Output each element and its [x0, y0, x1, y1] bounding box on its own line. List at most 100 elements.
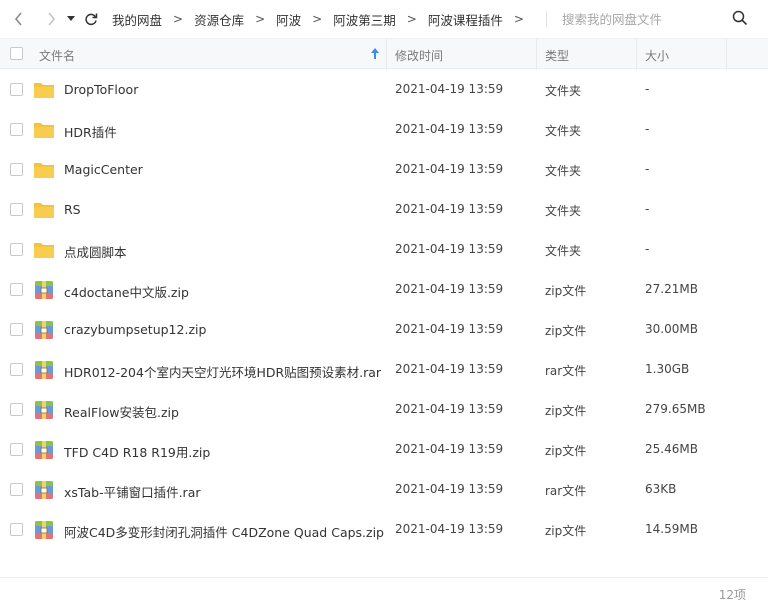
file-size: -	[645, 202, 650, 216]
caret-down-icon	[67, 16, 75, 21]
search-divider	[546, 11, 547, 27]
table-row[interactable]: xsTab-平铺窗口插件.rar 2021-04-19 13:59 rar文件 63K…	[0, 470, 768, 510]
row-checkbox[interactable]	[10, 363, 23, 376]
table-row[interactable]: c4doctane中文版.zip 2021-04-19 13:59 zip文件 27.…	[0, 270, 768, 310]
chevron-right-icon	[48, 12, 56, 26]
file-name[interactable]: 阿波C4D多变形封闭孔洞插件 C4DZone Quad Caps.zip	[64, 522, 384, 541]
file-type: 文件夹	[545, 244, 582, 258]
column-divider[interactable]	[386, 39, 387, 70]
column-divider[interactable]	[726, 39, 727, 70]
breadcrumb-item[interactable]: 阿波第三期	[330, 10, 399, 29]
search-input[interactable]	[546, 11, 716, 27]
file-name[interactable]: c4doctane中文版.zip	[64, 282, 189, 301]
table-row[interactable]: crazybumpsetup12.zip 2021-04-19 13:59 zip文…	[0, 310, 768, 350]
footer-divider	[0, 577, 768, 578]
file-name[interactable]: 点成圆脚本	[64, 242, 127, 261]
file-name[interactable]: TFD C4D R18 R19用.zip	[64, 442, 210, 461]
forward-button[interactable]	[41, 9, 61, 29]
back-button[interactable]	[9, 9, 29, 29]
file-size: 27.21MB	[645, 282, 698, 296]
row-checkbox[interactable]	[10, 403, 23, 416]
table-row[interactable]: RS 2021-04-19 13:59 文件夹 -	[0, 190, 768, 230]
file-name[interactable]: crazybumpsetup12.zip	[64, 322, 206, 337]
archive-icon	[33, 319, 55, 341]
file-size: 279.65MB	[645, 402, 706, 416]
breadcrumb-item[interactable]: 阿波	[273, 10, 304, 29]
column-divider[interactable]	[536, 39, 537, 70]
sort-up-arrow-icon[interactable]	[371, 48, 379, 59]
breadcrumb-separator: >	[406, 12, 417, 26]
file-modified-time: 2021-04-19 13:59	[395, 242, 504, 256]
file-name[interactable]: DropToFloor	[64, 82, 138, 97]
file-modified-time: 2021-04-19 13:59	[395, 162, 504, 176]
table-row[interactable]: HDR插件 2021-04-19 13:59 文件夹 -	[0, 110, 768, 150]
breadcrumb-item[interactable]: 我的网盘	[109, 10, 165, 29]
breadcrumb-item[interactable]: 资源仓库	[191, 10, 247, 29]
column-header-type[interactable]: 类型	[545, 47, 569, 64]
column-divider[interactable]	[636, 39, 637, 70]
folder-icon	[33, 199, 55, 221]
file-name[interactable]: RS	[64, 202, 81, 217]
file-size: 1.30GB	[645, 362, 690, 376]
archive-icon	[33, 399, 55, 421]
table-header: 文件名 修改时间 类型 大小	[0, 38, 768, 70]
row-checkbox[interactable]	[10, 523, 23, 536]
row-checkbox[interactable]	[10, 443, 23, 456]
row-checkbox[interactable]	[10, 483, 23, 496]
table-row[interactable]: 点成圆脚本 2021-04-19 13:59 文件夹 -	[0, 230, 768, 270]
breadcrumb-item-current[interactable]: 阿波课程插件	[425, 10, 506, 29]
breadcrumb-separator: >	[255, 12, 266, 26]
row-checkbox[interactable]	[10, 203, 23, 216]
row-checkbox[interactable]	[10, 323, 23, 336]
table-row[interactable]: TFD C4D R18 R19用.zip 2021-04-19 13:59 zip文…	[0, 430, 768, 470]
column-header-modified[interactable]: 修改时间	[395, 47, 443, 64]
table-row[interactable]: DropToFloor 2021-04-19 13:59 文件夹 -	[0, 70, 768, 110]
file-type: zip文件	[545, 324, 587, 338]
refresh-button[interactable]	[81, 9, 101, 29]
table-row[interactable]: HDR012-204个室内天空灯光环境HDR贴图预设素材.rar 2021-04-…	[0, 350, 768, 390]
file-name[interactable]: xsTab-平铺窗口插件.rar	[64, 482, 201, 501]
file-type: 文件夹	[545, 204, 582, 218]
table-row[interactable]: RealFlow安装包.zip 2021-04-19 13:59 zip文件 279.…	[0, 390, 768, 430]
row-checkbox[interactable]	[10, 283, 23, 296]
search-icon[interactable]	[732, 10, 748, 26]
table-row[interactable]: MagicCenter 2021-04-19 13:59 文件夹 -	[0, 150, 768, 190]
row-checkbox[interactable]	[10, 163, 23, 176]
file-modified-time: 2021-04-19 13:59	[395, 282, 504, 296]
column-header-name[interactable]: 文件名	[39, 47, 75, 64]
file-type: 文件夹	[545, 124, 582, 138]
file-modified-time: 2021-04-19 13:59	[395, 362, 504, 376]
file-modified-time: 2021-04-19 13:59	[395, 122, 504, 136]
archive-icon	[33, 479, 55, 501]
archive-icon	[33, 439, 55, 461]
chevron-left-icon	[14, 12, 22, 26]
file-size: -	[645, 122, 650, 136]
row-checkbox[interactable]	[10, 83, 23, 96]
file-modified-time: 2021-04-19 13:59	[395, 82, 504, 96]
refresh-icon	[85, 13, 98, 26]
file-list: DropToFloor 2021-04-19 13:59 文件夹 - HDR插件 2021…	[0, 70, 768, 550]
file-name[interactable]: MagicCenter	[64, 162, 143, 177]
search-box	[546, 6, 764, 32]
row-checkbox[interactable]	[10, 123, 23, 136]
folder-icon	[33, 79, 55, 101]
file-modified-time: 2021-04-19 13:59	[395, 442, 504, 456]
select-all-checkbox[interactable]	[10, 47, 23, 60]
breadcrumb-separator: >	[312, 12, 323, 26]
file-size: 63KB	[645, 482, 677, 496]
file-name[interactable]: HDR插件	[64, 122, 117, 141]
row-checkbox[interactable]	[10, 243, 23, 256]
file-name[interactable]: RealFlow安装包.zip	[64, 402, 179, 421]
history-dropdown-button[interactable]	[65, 9, 77, 29]
archive-icon	[33, 279, 55, 301]
column-header-size[interactable]: 大小	[645, 47, 669, 64]
table-row[interactable]: 阿波C4D多变形封闭孔洞插件 C4DZone Quad Caps.zip 2021…	[0, 510, 768, 550]
file-name[interactable]: HDR012-204个室内天空灯光环境HDR贴图预设素材.rar	[64, 362, 381, 381]
file-size: -	[645, 242, 650, 256]
file-type: 文件夹	[545, 84, 582, 98]
file-size: 25.46MB	[645, 442, 698, 456]
folder-icon	[33, 159, 55, 181]
folder-icon	[33, 239, 55, 261]
folder-icon	[33, 119, 55, 141]
file-modified-time: 2021-04-19 13:59	[395, 322, 504, 336]
